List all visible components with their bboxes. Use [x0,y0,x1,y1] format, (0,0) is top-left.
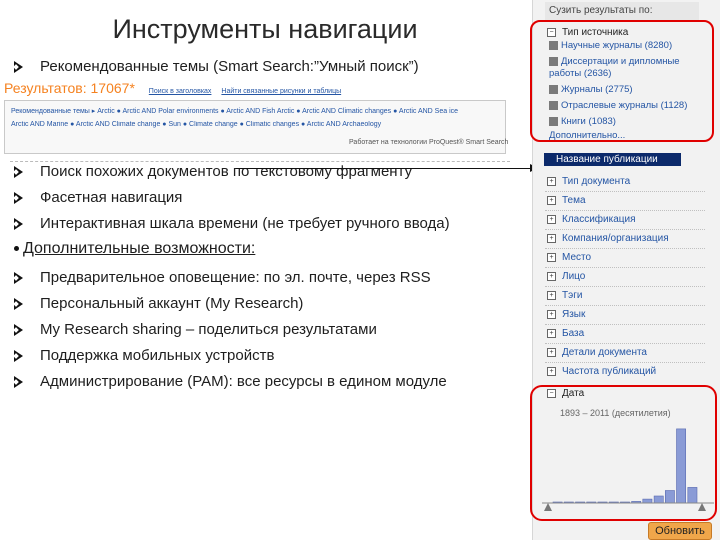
bullet-arrow-icon [14,375,23,388]
connector-arrow [236,164,538,172]
powered-by-text: Работает на технологии ProQuest® Smart S… [349,139,509,146]
bullet-arrow-icon [14,271,23,284]
facet-database[interactable]: + База [547,328,584,339]
facet-language[interactable]: + Язык [547,309,585,320]
bullet-arrow-icon [14,217,23,230]
facet-pub-frequency[interactable]: + Частота публикаций [547,366,656,377]
extra-heading: Дополнительные возможности: [14,240,255,258]
topics-row-2[interactable]: Arctic AND Marine ● Arctic AND Climate c… [11,121,505,128]
bullet-text: My Research sharing – поделиться результ… [40,321,377,338]
bullet-text: Поиск похожих документов по текстовому ф… [40,163,413,180]
extra-heading-text: Дополнительные возможности: [23,240,256,257]
facet-separator [545,229,705,230]
bullet-text: Предварительное оповещение: по эл. почте… [40,269,431,286]
bullet-alerts: Предварительное оповещение: по эл. почте… [14,269,431,286]
expand-icon[interactable]: + [547,348,556,357]
facet-company[interactable]: + Компания/организация [547,233,669,244]
expand-icon[interactable]: + [547,177,556,186]
slide-title: Инструменты навигации [112,14,418,44]
facet-separator [545,210,705,211]
bullet-text: Фасетная навигация [40,189,183,206]
bullet-text: Персональный аккаунт (My Research) [40,295,304,312]
topics-row-1[interactable]: Рекомендованные темы ▸ Arctic ● Arctic A… [11,107,505,115]
bullet-mobile: Поддержка мобильных устройств [14,347,274,364]
facet-separator [545,286,705,287]
highlight-source-facet [530,20,714,142]
update-button[interactable]: Обновить [648,522,712,540]
results-link-title-search[interactable]: Поиск в заголовках [149,88,212,95]
expand-icon[interactable]: + [547,272,556,281]
facet-separator [545,343,705,344]
facet-location[interactable]: + Место [547,252,591,263]
bullet-my-research: Персональный аккаунт (My Research) [14,295,303,312]
bullet-text: Поддержка мобильных устройств [40,347,275,364]
facet-doc-type[interactable]: + Тип документа [547,176,630,187]
bullet-text: Администрирование (PAM): все ресурсы в е… [40,373,447,390]
facet-separator [545,362,705,363]
divider [10,161,510,162]
expand-icon[interactable]: + [547,215,556,224]
sidebar-heading: Сузить результаты по: [545,2,699,20]
bullet-arrow-icon [14,297,23,310]
bullet-text: Интерактивная шкала времени (не требует … [40,215,450,232]
bullet-sharing: My Research sharing – поделиться результ… [14,321,377,338]
bullet-arrow-icon [14,323,23,336]
bullet-timeline: Интерактивная шкала времени (не требует … [14,215,450,232]
bullet-dot-icon [14,246,19,252]
expand-icon[interactable]: + [547,367,556,376]
bullet-arrow-icon [14,349,23,362]
expand-icon[interactable]: + [547,196,556,205]
bullet-arrow-icon [14,60,23,73]
bullet-similar-docs: Поиск похожих документов по текстовому ф… [14,163,412,180]
results-count-line: Результатов: 17067* Поиск в заголовках Н… [4,80,349,96]
results-count: Результатов: 17067* [4,80,135,96]
facet-subject[interactable]: + Тема [547,195,586,206]
facet-tags[interactable]: + Тэги [547,290,582,301]
facet-separator [545,267,705,268]
bullet-pam: Администрирование (PAM): все ресурсы в е… [14,373,447,390]
bullet-smart-search: Рекомендованные темы (Smart Search:”Умны… [14,58,419,75]
expand-icon[interactable]: + [547,291,556,300]
facet-separator [545,305,705,306]
facet-person[interactable]: + Лицо [547,271,585,282]
bullet-arrow-icon [14,165,23,178]
facet-publication-title-selected[interactable]: Название публикации [544,153,681,166]
bullet-arrow-icon [14,191,23,204]
results-link-figures[interactable]: Найти связанные рисунки и таблицы [221,88,341,95]
bullet-text: Рекомендованные темы (Smart Search:”Умны… [40,58,419,75]
expand-icon[interactable]: + [547,253,556,262]
facet-doc-details[interactable]: + Детали документа [547,347,647,358]
facet-separator [545,191,705,192]
facet-separator [545,248,705,249]
expand-icon[interactable]: + [547,310,556,319]
bullet-facets: Фасетная навигация [14,189,182,206]
expand-icon[interactable]: + [547,329,556,338]
highlight-timeline [530,385,717,521]
expand-icon[interactable]: + [547,234,556,243]
facet-classification[interactable]: + Классификация [547,214,636,225]
recommended-topics-box: Рекомендованные темы ▸ Arctic ● Arctic A… [4,100,509,154]
facet-separator [545,324,705,325]
